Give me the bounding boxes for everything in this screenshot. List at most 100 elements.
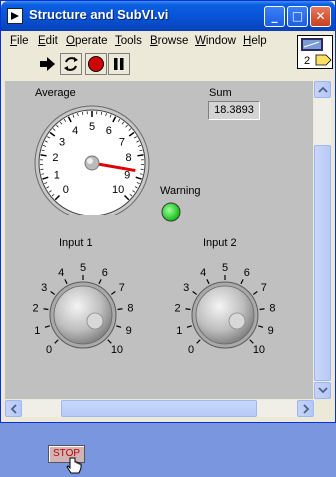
knob-body[interactable] [54, 286, 112, 344]
gauge-tick-label: 9 [124, 169, 130, 181]
labview-window: Structure and SubVI.vi _ □ ✕ File Edit O… [0, 0, 336, 423]
front-panel: Average Sum 012345678910 Warning Input 1… [5, 81, 313, 399]
knob-tick [193, 291, 197, 294]
menu-tools[interactable]: Tools [115, 35, 142, 47]
knob-tick [108, 340, 112, 344]
scroll-thumb-horizontal[interactable] [61, 400, 257, 417]
knob-tick-label: 10 [111, 344, 123, 356]
knob-tick-label: 4 [58, 267, 64, 279]
input1-label: Input 1 [59, 237, 93, 249]
scroll-down-button[interactable] [314, 382, 331, 399]
knob-tick [43, 309, 48, 310]
knob-tick-label: 1 [176, 325, 182, 337]
knob-tick-label: 0 [46, 344, 52, 356]
knob-tick-label: 6 [102, 267, 108, 279]
knob-tick-label: 3 [41, 282, 47, 294]
gauge-major-tick [41, 155, 47, 156]
input2-label: Input 2 [203, 237, 237, 249]
sum-indicator: 18.3893 [208, 101, 260, 120]
knob-tick-label: 5 [222, 262, 228, 274]
menu-help[interactable]: Help [243, 35, 267, 47]
close-button[interactable]: ✕ [310, 6, 331, 27]
vertical-scrollbar[interactable] [314, 81, 331, 399]
warning-label: Warning [160, 185, 201, 197]
knob-tick [51, 291, 55, 294]
knob-tick-label: 5 [80, 262, 86, 274]
menu-edit[interactable]: Edit [38, 35, 58, 47]
knob-body[interactable] [196, 286, 254, 344]
abort-icon[interactable] [85, 53, 107, 75]
knob-tick [185, 309, 190, 310]
scroll-right-button[interactable] [297, 400, 314, 417]
knob-tick-label: 4 [200, 267, 206, 279]
resize-grip[interactable] [315, 400, 331, 417]
knob-tick [45, 326, 50, 328]
pause-icon[interactable] [108, 53, 130, 75]
menu-bar: File Edit Operate Tools Browse Window He… [5, 32, 293, 52]
knob-tick-label: 7 [119, 282, 125, 294]
knob-grip-dimple [229, 313, 245, 329]
vi-connector-icon[interactable]: 2 [297, 35, 333, 69]
knob-tick-label: 2 [33, 302, 39, 314]
knob-tick-label: 9 [126, 325, 132, 337]
hand-cursor-icon [66, 457, 84, 477]
knob-tick [111, 291, 115, 294]
knob-tick [207, 279, 209, 283]
vi-icon-number: 2 [304, 55, 310, 67]
input1-knob[interactable]: 012345678910 [23, 253, 143, 363]
knob-tick [241, 279, 243, 283]
knob-tick [260, 309, 265, 310]
scroll-up-button[interactable] [314, 81, 331, 98]
menu-browse[interactable]: Browse [150, 35, 188, 47]
warning-led [160, 201, 182, 223]
average-gauge: 012345678910 [27, 103, 165, 215]
gauge-tick-label: 3 [59, 136, 65, 148]
knob-tick [55, 340, 59, 344]
input2-knob[interactable]: 01 234 5 678 910 [165, 253, 285, 363]
knob-tick-label: 7 [261, 282, 267, 294]
knob-tick [65, 279, 67, 283]
knob-tick [258, 326, 263, 328]
knob-tick-label: 6 [244, 267, 250, 279]
run-arrow-icon[interactable] [37, 53, 59, 75]
knob-tick-label: 2 [175, 302, 181, 314]
minimize-button[interactable]: _ [264, 6, 285, 27]
knob-tick [99, 279, 101, 283]
menu-file[interactable]: File [10, 35, 29, 47]
knob-tick-label: 0 [188, 344, 194, 356]
gauge-tick-label: 2 [52, 152, 58, 164]
gauge-tick-label: 0 [63, 184, 69, 196]
knob-tick [250, 340, 254, 344]
scroll-thumb-vertical[interactable] [314, 145, 331, 381]
knob-tick [118, 309, 123, 310]
horizontal-scrollbar[interactable] [5, 400, 331, 417]
knob-tick-label: 10 [253, 344, 265, 356]
toolbar [5, 52, 295, 76]
maximize-button[interactable]: □ [287, 6, 308, 27]
knob-tick [116, 326, 121, 328]
average-label: Average [35, 87, 76, 99]
gauge-major-tick [137, 155, 143, 156]
knob-tick-label: 9 [268, 325, 274, 337]
knob-tick [187, 326, 192, 328]
sum-label: Sum [209, 87, 232, 99]
gauge-tick-label: 5 [89, 121, 95, 133]
gauge-tick-label: 10 [112, 184, 124, 196]
gauge-tick-label: 1 [54, 169, 60, 181]
knob-tick [253, 291, 257, 294]
menu-operate[interactable]: Operate [66, 35, 108, 47]
window-title: Structure and SubVI.vi [29, 7, 168, 22]
run-continuously-icon[interactable] [60, 53, 82, 75]
menu-window[interactable]: Window [195, 35, 236, 47]
knob-tick-label: 3 [183, 282, 189, 294]
title-bar[interactable]: Structure and SubVI.vi _ □ ✕ [1, 1, 335, 31]
gauge-tick-label: 6 [106, 125, 112, 137]
labview-app-icon[interactable] [7, 8, 23, 24]
scroll-left-button[interactable] [5, 400, 22, 417]
gauge-tick-label: 4 [72, 125, 78, 137]
knob-tick-label: 8 [127, 302, 133, 314]
knob-grip-dimple [87, 313, 103, 329]
knob-tick-label: 8 [269, 302, 275, 314]
knob-tick [197, 340, 201, 344]
gauge-tick-label: 8 [125, 152, 131, 164]
